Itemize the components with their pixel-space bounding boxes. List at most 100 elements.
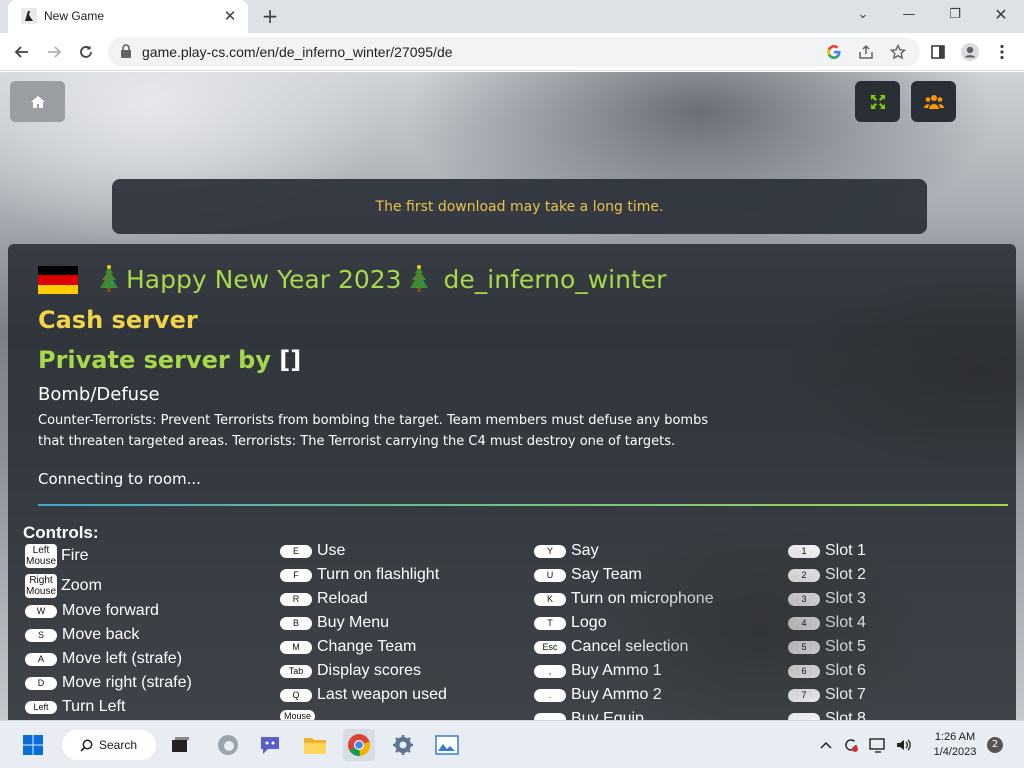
control-item: E Use bbox=[280, 542, 345, 560]
private-server-owner: [] bbox=[279, 346, 302, 374]
control-item: Esc Cancel selection bbox=[534, 638, 688, 656]
volume-icon[interactable] bbox=[892, 729, 916, 761]
profile-icon[interactable] bbox=[956, 38, 984, 66]
maximize-icon[interactable]: ❐ bbox=[932, 0, 978, 30]
control-label: Buy Ammo 2 bbox=[571, 686, 662, 703]
key-badge: . bbox=[534, 688, 566, 702]
germany-flag-icon bbox=[38, 266, 78, 294]
control-label: Buy Ammo 1 bbox=[571, 662, 662, 679]
system-clock[interactable]: 1:26 AM 1/4/2023 bbox=[924, 730, 986, 760]
download-notice: The first download may take a long time. bbox=[112, 179, 927, 234]
control-item: , Buy Ammo 1 bbox=[534, 662, 662, 680]
plus-icon[interactable]: + bbox=[259, 5, 281, 27]
key-badge: Y bbox=[534, 544, 566, 558]
key-badge: 7 bbox=[788, 688, 820, 702]
settings-icon[interactable] bbox=[387, 729, 419, 761]
control-item: Left Turn Left bbox=[25, 698, 125, 716]
server-title: Happy New Year 2023 de_inferno_winter bbox=[92, 264, 666, 294]
control-label: Turn on flashlight bbox=[317, 566, 440, 583]
close-icon[interactable]: ✕ bbox=[222, 8, 238, 24]
key-badge: Left Mouse bbox=[25, 544, 57, 568]
game-page: The first download may take a long time.… bbox=[0, 72, 1024, 720]
control-item: Right Mouse Zoom bbox=[25, 574, 102, 598]
control-item: W Move forward bbox=[25, 602, 159, 620]
cash-server-label: Cash server bbox=[38, 306, 198, 334]
chrome-icon[interactable] bbox=[343, 729, 375, 761]
key-badge: S bbox=[25, 628, 57, 642]
key-badge: 3 bbox=[788, 592, 820, 606]
url-text[interactable]: game.play-cs.com/en/de_inferno_winter/27… bbox=[142, 44, 453, 60]
google-icon[interactable] bbox=[824, 42, 844, 62]
control-label: Move forward bbox=[62, 602, 159, 619]
key-badge: U bbox=[534, 568, 566, 582]
lock-icon[interactable] bbox=[120, 44, 132, 59]
key-badge: D bbox=[25, 676, 57, 690]
control-item: Mouse bbox=[280, 710, 320, 720]
teams-chat-icon[interactable] bbox=[254, 729, 286, 761]
edge-icon[interactable] bbox=[212, 729, 244, 761]
side-panel-icon[interactable] bbox=[924, 38, 952, 66]
key-badge: A bbox=[25, 652, 57, 666]
controls-title: Controls: bbox=[23, 523, 99, 542]
chevron-up-icon[interactable] bbox=[816, 729, 836, 761]
fullscreen-icon bbox=[870, 94, 885, 109]
control-label: Last weapon used bbox=[317, 686, 447, 703]
browser-tab[interactable]: New Game ✕ bbox=[8, 0, 248, 33]
key-badge: E bbox=[280, 544, 312, 558]
clock-date: 1/4/2023 bbox=[933, 746, 977, 758]
key-badge bbox=[534, 712, 566, 720]
key-badge: Q bbox=[280, 688, 312, 702]
private-server-label: Private server by bbox=[38, 346, 271, 374]
control-item: Left Mouse Fire bbox=[25, 544, 89, 568]
control-item: 6 Slot 6 bbox=[788, 662, 866, 680]
network-icon[interactable] bbox=[866, 729, 890, 761]
key-badge: 4 bbox=[788, 616, 820, 630]
key-badge: Tab bbox=[280, 664, 312, 678]
home-button[interactable] bbox=[10, 81, 65, 122]
control-item: S Move back bbox=[25, 626, 139, 644]
taskbar-search[interactable]: Search bbox=[62, 730, 156, 760]
key-badge: T bbox=[534, 616, 566, 630]
control-label: Slot 7 bbox=[825, 686, 866, 703]
forward-icon[interactable] bbox=[40, 38, 68, 66]
control-label: Slot 3 bbox=[825, 590, 866, 607]
private-server-line: Private server by [] bbox=[38, 346, 301, 374]
reload-icon[interactable] bbox=[72, 38, 100, 66]
search-icon bbox=[80, 739, 93, 752]
key-badge: B bbox=[280, 616, 312, 630]
key-badge: Mouse bbox=[280, 710, 316, 720]
menu-icon[interactable] bbox=[988, 38, 1016, 66]
control-item: B Buy Menu bbox=[280, 614, 389, 632]
control-label: Move right (strafe) bbox=[62, 674, 192, 691]
control-label: Move back bbox=[62, 626, 140, 643]
control-item: F Turn on flashlight bbox=[280, 566, 439, 584]
players-button[interactable] bbox=[911, 81, 956, 122]
control-label: Buy Menu bbox=[317, 614, 390, 631]
notification-badge[interactable]: 2 bbox=[987, 737, 1003, 753]
photos-icon[interactable] bbox=[431, 729, 463, 761]
cs-favicon bbox=[21, 8, 37, 24]
tab-search-icon[interactable]: ⌄ bbox=[840, 0, 886, 30]
back-icon[interactable] bbox=[8, 38, 36, 66]
share-icon[interactable] bbox=[856, 42, 876, 62]
task-view-icon[interactable] bbox=[164, 729, 196, 761]
control-item: 1 Slot 1 bbox=[788, 542, 866, 560]
key-badge: 2 bbox=[788, 568, 820, 582]
address-bar[interactable]: game.play-cs.com/en/de_inferno_winter/27… bbox=[108, 37, 920, 67]
file-explorer-icon[interactable] bbox=[299, 729, 331, 761]
window-close-icon[interactable]: ✕ bbox=[978, 0, 1024, 30]
control-label: Say bbox=[571, 542, 599, 559]
windows-start-icon[interactable] bbox=[17, 729, 49, 761]
key-badge bbox=[788, 712, 820, 720]
game-mode: Bomb/Defuse bbox=[38, 384, 160, 405]
star-icon[interactable] bbox=[888, 42, 908, 62]
key-badge: 6 bbox=[788, 664, 820, 678]
sync-icon[interactable] bbox=[840, 729, 862, 761]
fullscreen-button[interactable] bbox=[855, 81, 900, 122]
control-label: Display scores bbox=[317, 662, 422, 679]
key-badge: Esc bbox=[534, 640, 566, 654]
control-label: Change Team bbox=[317, 638, 417, 655]
minimize-icon[interactable]: — bbox=[886, 0, 932, 30]
control-label: Zoom bbox=[61, 577, 102, 594]
control-label: Move left (strafe) bbox=[62, 650, 183, 667]
